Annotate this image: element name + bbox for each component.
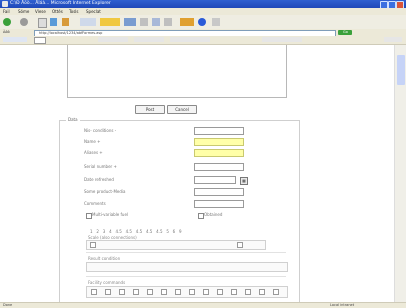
field-label: Serial number +: [84, 164, 117, 169]
media-icon[interactable]: [124, 18, 136, 26]
form-row: Date refreshed: [67, 176, 237, 184]
facility-radio[interactable]: [245, 289, 251, 295]
conditions-input[interactable]: [194, 127, 244, 135]
title-bar: C:\Ð Äöò... Äîáà... Microsoft Internet E…: [0, 0, 406, 9]
address-label: Äðð: [3, 30, 10, 34]
form-row: Name +: [67, 138, 244, 146]
zone-text: Local intranet: [330, 303, 355, 307]
checkbox-label: Obtained: [204, 212, 223, 217]
menu-edit[interactable]: Sóme: [18, 9, 29, 14]
section-label: Facility commands: [88, 280, 126, 285]
divider: [86, 276, 286, 277]
result-grid: [86, 262, 288, 272]
facility-radio[interactable]: [105, 289, 111, 295]
menu-file[interactable]: Fail: [3, 9, 10, 14]
checkbox-label: Multi-variable fuel: [92, 212, 129, 217]
scale-radio[interactable]: [237, 242, 243, 248]
toolbar: [0, 15, 406, 30]
forward-icon[interactable]: [20, 18, 28, 26]
name-input[interactable]: [194, 138, 244, 146]
facility-radio[interactable]: [175, 289, 181, 295]
address-value: http://localhost/1234/abfFormes.asp: [39, 31, 103, 35]
print-icon[interactable]: [164, 18, 172, 26]
links-item[interactable]: [134, 37, 164, 42]
go-button[interactable]: Go: [338, 30, 352, 35]
links-toolbar: [0, 36, 406, 45]
status-bar: Done Local intranet: [0, 302, 406, 308]
links-item[interactable]: [384, 37, 402, 42]
folder-icon[interactable]: [180, 18, 194, 26]
field-label: Nis- conditions -: [84, 128, 117, 133]
facility-radio[interactable]: [147, 289, 153, 295]
form-row: Comments: [67, 200, 244, 208]
search-icon[interactable]: [80, 18, 96, 26]
field-label: Date refreshed: [84, 177, 114, 182]
links-item[interactable]: [262, 37, 302, 42]
facility-radio[interactable]: [133, 289, 139, 295]
facility-radio[interactable]: [119, 289, 125, 295]
favorites-icon[interactable]: [100, 18, 120, 26]
product-media-input[interactable]: [194, 188, 244, 196]
menu-bar: Fail Sóme Víese Ottés Tosls Speclat: [0, 8, 406, 15]
ie-app-icon: [2, 1, 8, 7]
cancel-button[interactable]: Cancel: [167, 105, 197, 114]
links-item[interactable]: [170, 37, 210, 42]
facility-radio[interactable]: [91, 289, 97, 295]
links-item[interactable]: [3, 37, 27, 42]
scale-numbers: 1 2 3 4 4.5 4.5 4.5 4.5 4.5 5 6 9: [90, 229, 182, 234]
address-bar: Äðð http://localhost/1234/abfFormes.asp …: [0, 29, 406, 37]
facility-radio[interactable]: [203, 289, 209, 295]
field-label: Aliases +: [84, 150, 103, 155]
facility-radio[interactable]: [273, 289, 279, 295]
links-item[interactable]: [98, 37, 128, 42]
calendar-icon[interactable]: ▦: [240, 177, 248, 185]
window-title: C:\Ð Äöò... Äîáà... Microsoft Internet E…: [10, 1, 111, 6]
fieldset-legend: Data: [66, 117, 80, 122]
status-text: Done: [3, 303, 13, 307]
stop-icon[interactable]: [38, 18, 47, 28]
form-row: Aliases +: [67, 149, 244, 157]
section-label: Result condition: [88, 256, 121, 261]
comment-textarea[interactable]: [67, 45, 287, 98]
vertical-scrollbar[interactable]: [394, 45, 406, 302]
facility-grid: [86, 286, 288, 298]
scale-radio[interactable]: [90, 242, 96, 248]
facility-radio[interactable]: [231, 289, 237, 295]
facility-radio[interactable]: [161, 289, 167, 295]
history-icon[interactable]: [140, 18, 148, 26]
back-icon[interactable]: [3, 18, 11, 26]
menu-view[interactable]: Víese: [35, 9, 46, 14]
serial-number-input[interactable]: [194, 163, 244, 171]
field-label: Some product-Media: [84, 189, 126, 194]
comments-input[interactable]: [194, 200, 244, 208]
scale-grid: [86, 240, 266, 250]
facility-radio[interactable]: [189, 289, 195, 295]
facility-radio[interactable]: [217, 289, 223, 295]
mail-icon[interactable]: [152, 18, 160, 26]
field-label: Name +: [84, 139, 101, 144]
home-icon[interactable]: [62, 18, 69, 26]
refresh-icon[interactable]: [50, 18, 57, 26]
field-label: Comments: [84, 201, 106, 206]
menu-favorites[interactable]: Ottés: [52, 9, 63, 14]
divider: [86, 252, 286, 253]
menu-tools[interactable]: Tosls: [69, 9, 79, 14]
date-input[interactable]: [194, 176, 236, 184]
aliases-input[interactable]: [194, 149, 244, 157]
links-item[interactable]: [34, 37, 46, 44]
form-row: Serial number +: [67, 163, 244, 171]
post-button[interactable]: Post: [135, 105, 165, 114]
tools-icon[interactable]: [212, 18, 220, 26]
facility-radio[interactable]: [259, 289, 265, 295]
menu-help[interactable]: Speclat: [86, 9, 101, 14]
messenger-icon[interactable]: [198, 18, 206, 26]
form-row: Nis- conditions -: [67, 127, 244, 135]
scrollbar-thumb[interactable]: [397, 55, 405, 85]
form-row: Some product-Media: [67, 188, 244, 196]
